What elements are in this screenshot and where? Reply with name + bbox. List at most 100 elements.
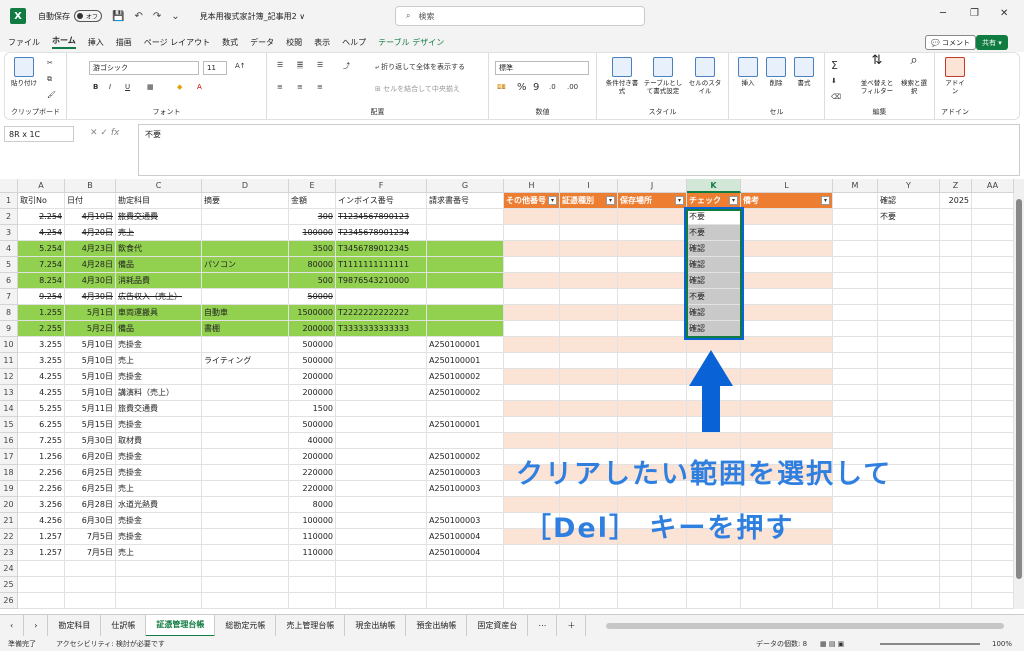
- cell-M7[interactable]: [833, 289, 878, 305]
- cell-H26[interactable]: [504, 593, 560, 609]
- fx-icon[interactable]: ✕ ✓ fx: [90, 128, 119, 138]
- cell-M6[interactable]: [833, 273, 878, 289]
- tab-review[interactable]: 校閲: [286, 37, 302, 48]
- worksheet-grid[interactable]: A B C D E F G H I J K L M Y Z AA 1 取引No 日付 勘定科目 摘要 金額 インボイス番号請…: [0, 179, 1024, 609]
- cell-K2[interactable]: 不要: [687, 209, 741, 225]
- cell-Y2[interactable]: 不要: [878, 209, 940, 225]
- cell-J13[interactable]: [618, 385, 687, 401]
- cell-Y9[interactable]: [878, 321, 940, 337]
- cell-G6[interactable]: [427, 273, 504, 289]
- align-left-icon[interactable]: ≡: [277, 83, 283, 91]
- cell-AA24[interactable]: [972, 561, 1014, 577]
- cell-AA13[interactable]: [972, 385, 1014, 401]
- cell-A15[interactable]: 6.255: [18, 417, 65, 433]
- cell-E15[interactable]: 500000: [289, 417, 336, 433]
- cell-G15[interactable]: A250100001: [427, 417, 504, 433]
- cell-A25[interactable]: [18, 577, 65, 593]
- cell-C3[interactable]: 売上: [116, 225, 202, 241]
- cell-AA26[interactable]: [972, 593, 1014, 609]
- cell-Z12[interactable]: [940, 369, 972, 385]
- cell-C21[interactable]: 売掛金: [116, 513, 202, 529]
- cell-A21[interactable]: 4.256: [18, 513, 65, 529]
- cell-B13[interactable]: 5月10日: [65, 385, 116, 401]
- header-cell-AA[interactable]: [972, 193, 1014, 209]
- cell-Z22[interactable]: [940, 529, 972, 545]
- cell-M8[interactable]: [833, 305, 878, 321]
- cell-E26[interactable]: [289, 593, 336, 609]
- cell-H11[interactable]: [504, 353, 560, 369]
- cell-D3[interactable]: [202, 225, 289, 241]
- cell-L26[interactable]: [741, 593, 833, 609]
- cell-F3[interactable]: T2345678901234: [336, 225, 427, 241]
- cell-AA9[interactable]: [972, 321, 1014, 337]
- tab-page-layout[interactable]: ページ レイアウト: [144, 37, 210, 48]
- row-header[interactable]: 17: [0, 449, 18, 465]
- cell-L11[interactable]: [741, 353, 833, 369]
- tab-insert[interactable]: 挿入: [88, 37, 104, 48]
- cell-E3[interactable]: 100000: [289, 225, 336, 241]
- decrease-decimal-icon[interactable]: .00: [567, 83, 578, 91]
- row-header[interactable]: 23: [0, 545, 18, 561]
- cell-AA20[interactable]: [972, 497, 1014, 513]
- cell-J4[interactable]: [618, 241, 687, 257]
- formula-input[interactable]: 不要: [138, 124, 1020, 176]
- cell-D18[interactable]: [202, 465, 289, 481]
- cell-A23[interactable]: 1.257: [18, 545, 65, 561]
- cell-M16[interactable]: [833, 433, 878, 449]
- column-header-Y[interactable]: Y: [878, 179, 940, 193]
- cell-H24[interactable]: [504, 561, 560, 577]
- cell-AA14[interactable]: [972, 401, 1014, 417]
- cell-C11[interactable]: 売上: [116, 353, 202, 369]
- cell-L9[interactable]: [741, 321, 833, 337]
- cell-L25[interactable]: [741, 577, 833, 593]
- align-center-icon[interactable]: ≡: [297, 83, 303, 91]
- tab-sheet-journal[interactable]: 仕訳帳: [101, 614, 147, 637]
- cell-Y10[interactable]: [878, 337, 940, 353]
- cell-Z19[interactable]: [940, 481, 972, 497]
- cell-I10[interactable]: [560, 337, 618, 353]
- close-icon[interactable]: ✕: [1000, 8, 1008, 19]
- cell-L4[interactable]: [741, 241, 833, 257]
- column-header-Z[interactable]: Z: [940, 179, 972, 193]
- cell-D20[interactable]: [202, 497, 289, 513]
- cell-I14[interactable]: [560, 401, 618, 417]
- cell-E14[interactable]: 1500: [289, 401, 336, 417]
- column-header-H[interactable]: H: [504, 179, 560, 193]
- row-header[interactable]: 6: [0, 273, 18, 289]
- tab-formulas[interactable]: 数式: [222, 37, 238, 48]
- cell-J26[interactable]: [618, 593, 687, 609]
- cell-L16[interactable]: [741, 433, 833, 449]
- cell-J16[interactable]: [618, 433, 687, 449]
- conditional-format-button[interactable]: 条件付き書式: [603, 57, 641, 95]
- cell-AA11[interactable]: [972, 353, 1014, 369]
- header-cell-D[interactable]: 摘要: [202, 193, 289, 209]
- cell-K5[interactable]: 確認: [687, 257, 741, 273]
- font-color-icon[interactable]: A: [197, 83, 202, 91]
- cell-AA4[interactable]: [972, 241, 1014, 257]
- cell-G25[interactable]: [427, 577, 504, 593]
- cell-J7[interactable]: [618, 289, 687, 305]
- cell-AA7[interactable]: [972, 289, 1014, 305]
- cell-E17[interactable]: 200000: [289, 449, 336, 465]
- more-sheets-icon[interactable]: ⋯: [528, 614, 558, 637]
- add-sheet-icon[interactable]: ＋: [557, 614, 587, 637]
- cell-A11[interactable]: 3.255: [18, 353, 65, 369]
- row-header[interactable]: 24: [0, 561, 18, 577]
- minimize-icon[interactable]: ─: [940, 8, 946, 19]
- cell-Z24[interactable]: [940, 561, 972, 577]
- cell-D4[interactable]: [202, 241, 289, 257]
- cell-F15[interactable]: [336, 417, 427, 433]
- cell-B17[interactable]: 6月20日: [65, 449, 116, 465]
- cell-F17[interactable]: [336, 449, 427, 465]
- cell-A20[interactable]: 3.256: [18, 497, 65, 513]
- cell-H2[interactable]: [504, 209, 560, 225]
- copy-icon[interactable]: ⧉: [47, 75, 52, 84]
- cell-E19[interactable]: 220000: [289, 481, 336, 497]
- cell-K9[interactable]: 確認: [687, 321, 741, 337]
- cell-Y7[interactable]: [878, 289, 940, 305]
- cell-Y24[interactable]: [878, 561, 940, 577]
- cell-F22[interactable]: [336, 529, 427, 545]
- cell-AA15[interactable]: [972, 417, 1014, 433]
- zoom-level[interactable]: 100%: [992, 640, 1012, 648]
- redo-icon[interactable]: ↷: [153, 11, 161, 22]
